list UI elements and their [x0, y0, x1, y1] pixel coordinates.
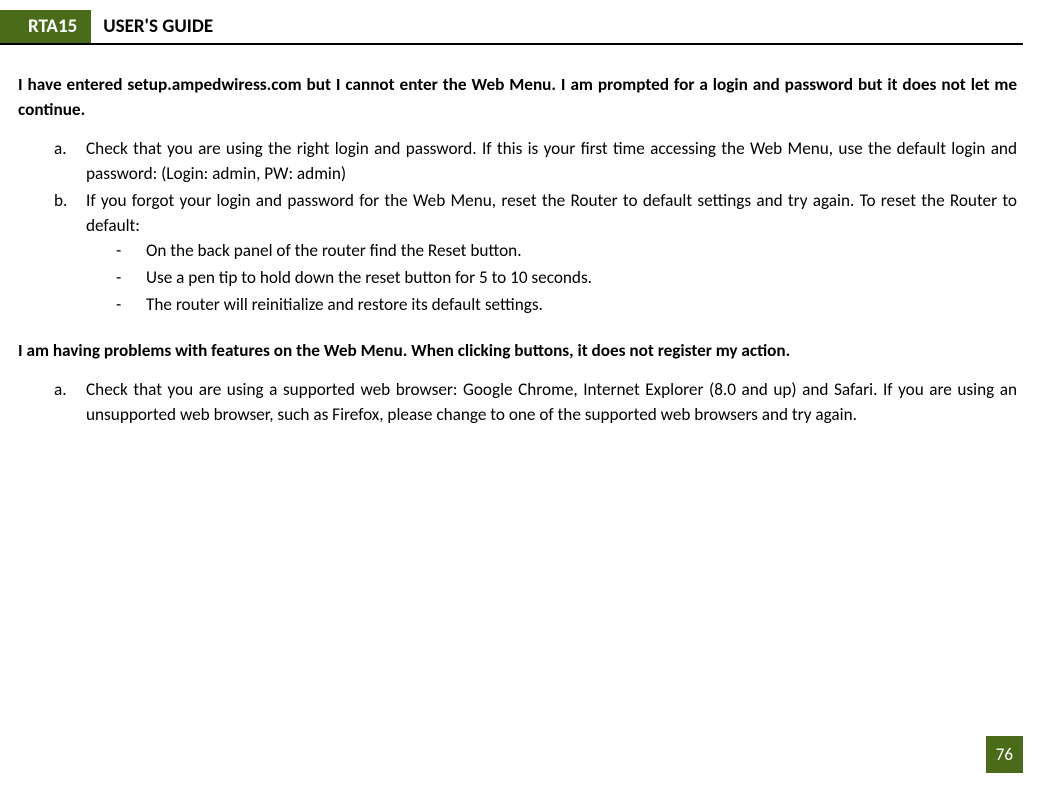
list-item: Check that you are using the right login… — [54, 137, 1017, 187]
list-item: Check that you are using a supported web… — [54, 378, 1017, 428]
faq-question-1: I have entered setup.ampedwiress.com but… — [18, 73, 1017, 123]
header-title: USER'S GUIDE — [91, 10, 223, 43]
header-badge: RTA15 — [18, 10, 91, 43]
faq-question-2: I am having problems with features on th… — [18, 339, 1017, 364]
list-item-text: If you forgot your login and password fo… — [86, 190, 1017, 236]
list-item: If you forgot your login and password fo… — [54, 189, 1017, 318]
faq-answer-list-2: Check that you are using a supported web… — [18, 378, 1017, 428]
sub-list: On the back panel of the router find the… — [86, 239, 1017, 318]
list-item: The router will reinitialize and restore… — [116, 293, 1017, 318]
list-item: Use a pen tip to hold down the reset but… — [116, 266, 1017, 291]
document-header: RTA15 USER'S GUIDE — [0, 10, 1023, 45]
faq-answer-list-1: Check that you are using the right login… — [18, 137, 1017, 318]
page-number: 76 — [986, 736, 1023, 773]
header-accent — [0, 10, 18, 43]
document-content: I have entered setup.ampedwiress.com but… — [0, 45, 1041, 428]
list-item: On the back panel of the router find the… — [116, 239, 1017, 264]
